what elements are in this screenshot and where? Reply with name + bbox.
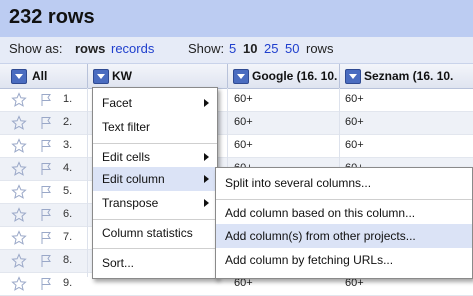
row-number: 2. [63, 116, 73, 128]
column-divider [87, 88, 88, 277]
menu-item-column-statistics[interactable]: Column statistics [93, 221, 217, 245]
row-number: 1. [63, 93, 73, 105]
column-header-seznam[interactable]: Seznam (16. 10. [340, 64, 473, 89]
menu-item-label: Transpose [102, 196, 159, 210]
star-icon[interactable] [11, 207, 27, 223]
star-icon[interactable] [11, 115, 27, 131]
row-number: 6. [63, 208, 73, 220]
show-as-records-link[interactable]: records [111, 41, 154, 56]
menu-separator [93, 143, 217, 144]
column-dropdown-seznam[interactable] [345, 69, 361, 84]
menu-item-label: Text filter [102, 120, 151, 134]
column-label-google: Google (16. 10. 2 [252, 69, 340, 83]
column-label-seznam: Seznam (16. 10. [364, 69, 454, 83]
column-dropdown-kw[interactable] [93, 69, 109, 84]
menu-item-facet[interactable]: Facet [93, 91, 217, 115]
view-options-bar: Show as: rows records Show: 5 10 25 50 r… [0, 37, 473, 64]
submenu-item-split-columns[interactable]: Split into several columns... [216, 171, 472, 195]
menu-item-transpose[interactable]: Transpose [93, 191, 217, 215]
menu-item-label: Column statistics [102, 226, 193, 240]
star-icon[interactable] [11, 92, 27, 108]
menu-item-text-filter[interactable]: Text filter [93, 115, 217, 139]
flag-icon[interactable] [38, 253, 54, 269]
menu-item-label: Edit cells [102, 150, 151, 164]
column-header-all[interactable]: All [0, 64, 88, 89]
menu-item-edit-column[interactable]: Edit column [93, 167, 217, 191]
submenu-arrow-icon [204, 175, 209, 183]
menu-item-label: Edit column [102, 172, 165, 186]
page-size-25[interactable]: 25 [264, 41, 278, 56]
show-as-label: Show as: [9, 41, 63, 56]
show-label: Show: [188, 41, 225, 56]
cell-google[interactable]: 60+ [234, 139, 253, 151]
menu-item-label: Sort... [102, 256, 135, 270]
submenu-item-label: Add column(s) from other projects... [225, 229, 416, 243]
submenu-item-add-by-fetching-urls[interactable]: Add column by fetching URLs... [216, 248, 472, 272]
rows-header: 232 rows [0, 0, 473, 38]
submenu-arrow-icon [204, 199, 209, 207]
cell-google[interactable]: 60+ [234, 116, 253, 128]
menu-separator [93, 219, 217, 220]
star-icon[interactable] [11, 184, 27, 200]
menu-item-sort[interactable]: Sort... [93, 251, 217, 275]
star-icon[interactable] [11, 138, 27, 154]
cell-seznam[interactable]: 60+ [345, 116, 364, 128]
submenu-item-add-from-projects[interactable]: Add column(s) from other projects... [216, 224, 472, 248]
row-number: 7. [63, 231, 73, 243]
column-label-all: All [32, 69, 48, 83]
submenu-arrow-icon [204, 153, 209, 161]
row-number: 5. [63, 185, 73, 197]
submenu-item-label: Add column by fetching URLs... [225, 253, 394, 267]
column-label-kw: KW [112, 69, 132, 83]
flag-icon[interactable] [38, 276, 54, 292]
flag-icon[interactable] [38, 115, 54, 131]
table-row: 3. 60+ 60+ [0, 135, 473, 158]
cell-seznam[interactable]: 60+ [345, 139, 364, 151]
flag-icon[interactable] [38, 184, 54, 200]
flag-icon[interactable] [38, 230, 54, 246]
column-header-google[interactable]: Google (16. 10. 2 [228, 64, 340, 89]
page-size-5[interactable]: 5 [229, 41, 236, 56]
submenu-item-label: Add column based on this column... [225, 206, 416, 220]
menu-item-label: Facet [102, 96, 133, 110]
row-number: 3. [63, 139, 73, 151]
column-menu: Facet Text filter Edit cells Edit column… [92, 87, 218, 279]
row-count-title: 232 rows [9, 6, 95, 28]
table-row: 2. 60+ 60+ [0, 112, 473, 135]
rows-suffix: rows [306, 41, 334, 56]
show-as-rows[interactable]: rows [75, 41, 105, 56]
page-size-50[interactable]: 50 [285, 41, 299, 56]
flag-icon[interactable] [38, 92, 54, 108]
row-number: 4. [63, 162, 73, 174]
menu-separator [93, 248, 217, 249]
page-size-10[interactable]: 10 [243, 41, 257, 56]
menu-item-edit-cells[interactable]: Edit cells [93, 145, 217, 169]
table-row: 1. 60+ 60+ [0, 89, 473, 112]
column-dropdown-all[interactable] [11, 69, 27, 84]
menu-separator [216, 199, 472, 200]
row-number: 9. [63, 277, 73, 289]
flag-icon[interactable] [38, 161, 54, 177]
column-dropdown-google[interactable] [233, 69, 249, 84]
flag-icon[interactable] [38, 207, 54, 223]
star-icon[interactable] [11, 276, 27, 292]
star-icon[interactable] [11, 253, 27, 269]
submenu-arrow-icon [204, 99, 209, 107]
column-header-kw[interactable]: KW [88, 64, 228, 89]
flag-icon[interactable] [38, 138, 54, 154]
cell-google[interactable]: 60+ [234, 93, 253, 105]
submenu-item-label: Split into several columns... [225, 176, 372, 190]
star-icon[interactable] [11, 230, 27, 246]
row-number: 8. [63, 254, 73, 266]
cell-seznam[interactable]: 60+ [345, 93, 364, 105]
star-icon[interactable] [11, 161, 27, 177]
submenu-item-add-column-based[interactable]: Add column based on this column... [216, 201, 472, 225]
edit-column-submenu: Split into several columns... Add column… [215, 167, 473, 279]
